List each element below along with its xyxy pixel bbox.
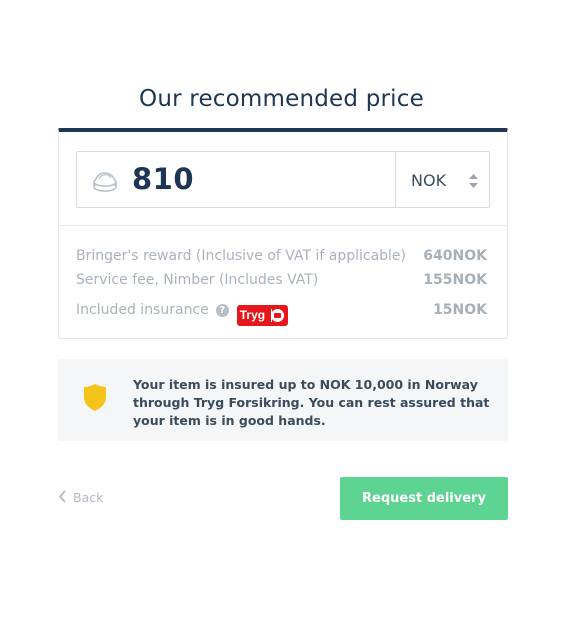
fee-amount: 15NOK: [433, 302, 487, 318]
fee-label: Service fee, Nimber (Includes VAT): [76, 272, 319, 288]
price-value: 810: [132, 162, 195, 196]
currency-select[interactable]: NOK: [396, 152, 489, 207]
sort-icon: [469, 174, 478, 188]
fee-label-wrap: Included insurance? Tryg: [76, 302, 288, 326]
price-input-group: 810 NOK: [76, 151, 490, 208]
fee-row-service-fee: Service fee, Nimber (Includes VAT) 155NO…: [76, 272, 490, 294]
chevron-left-icon: [58, 490, 66, 503]
back-label: Back: [73, 490, 104, 505]
coin-stack-icon: [93, 172, 117, 192]
tryg-logo: Tryg: [236, 305, 288, 326]
price-card: 810 NOK Bringer's reward (Inclusive of V…: [58, 128, 508, 339]
fee-amount: 640NOK: [423, 248, 487, 264]
fee-amount: 155NOK: [423, 272, 487, 288]
fee-label: Bringer's reward (Inclusive of VAT if ap…: [76, 248, 407, 264]
insurance-notice: Your item is insured up to NOK 10,000 in…: [58, 359, 508, 441]
insurance-notice-text: Your item is insured up to NOK 10,000 in…: [133, 377, 490, 428]
back-link[interactable]: Back: [58, 490, 103, 505]
shield-icon: [84, 384, 106, 411]
page-title: Our recommended price: [139, 86, 424, 112]
fee-label: Included insurance: [76, 302, 209, 318]
request-delivery-button[interactable]: Request delivery: [340, 477, 508, 520]
fee-row-bringer-reward: Bringer's reward (Inclusive of VAT if ap…: [76, 248, 490, 270]
price-input[interactable]: 810: [77, 152, 396, 207]
currency-label: NOK: [411, 171, 447, 190]
help-icon[interactable]: ?: [215, 304, 229, 317]
divider: [59, 225, 507, 226]
fee-row-insurance: Included insurance? Tryg 15NOK: [76, 302, 490, 326]
tryg-logo-text: Tryg: [239, 308, 266, 322]
